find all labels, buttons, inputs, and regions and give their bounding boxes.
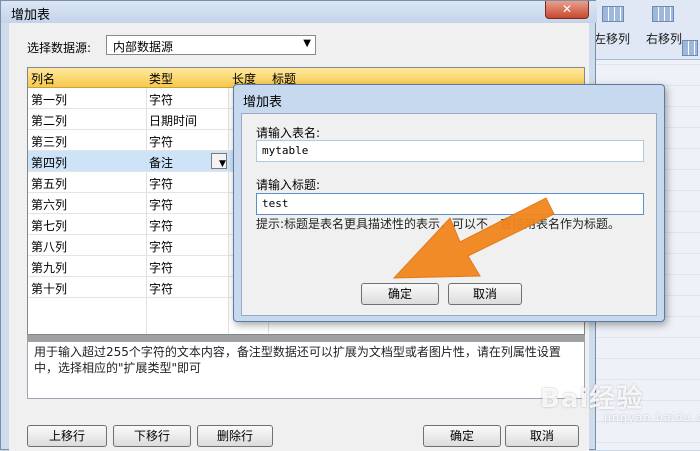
prompt-title: 增加表 — [243, 95, 283, 110]
row-type[interactable]: 日期时间 — [149, 112, 197, 129]
close-button[interactable]: ✕ — [545, 1, 589, 19]
baidu-watermark: Bai经验 jingyan.baidu.com — [540, 378, 700, 424]
table-name-input[interactable]: mytable — [256, 140, 644, 162]
row-name[interactable]: 第六列 — [31, 196, 67, 213]
row-name[interactable]: 第九列 — [31, 259, 67, 276]
move-down-button[interactable]: 下移行 — [113, 425, 191, 447]
row-type[interactable]: 备注 — [149, 154, 173, 171]
table-name-label: 请输入表名: — [256, 126, 321, 140]
type-dropdown-button[interactable]: ▼ — [211, 153, 227, 169]
row-name[interactable]: 第七列 — [31, 217, 67, 234]
ok-button[interactable]: 确定 — [423, 425, 501, 447]
header-col-name[interactable]: 列名 — [31, 70, 55, 87]
move-left-label[interactable]: 左移列 — [594, 30, 630, 47]
row-type[interactable]: 字符 — [149, 280, 173, 297]
row-name[interactable]: 第二列 — [31, 112, 67, 129]
row-name[interactable]: 第十列 — [31, 280, 67, 297]
row-type[interactable]: 字符 — [149, 238, 173, 255]
prompt-ok-button[interactable]: 确定 — [361, 283, 439, 305]
move-right-label[interactable]: 右移列 — [646, 30, 682, 47]
row-type[interactable]: 字符 — [149, 175, 173, 192]
grid-icon[interactable] — [682, 40, 698, 56]
watermark-url: jingyan.baidu.com — [604, 411, 700, 424]
caption-label: 请输入标题: — [256, 178, 321, 192]
datasource-select[interactable]: 内部数据源 ▼ — [106, 35, 316, 55]
row-name[interactable]: 第一列 — [31, 91, 67, 108]
row-name[interactable]: 第三列 — [31, 133, 67, 150]
header-col-type[interactable]: 类型 — [149, 70, 173, 87]
row-type[interactable]: 字符 — [149, 217, 173, 234]
row-name[interactable]: 第四列 — [31, 154, 67, 171]
move-left-icon[interactable] — [602, 6, 624, 22]
chevron-down-icon: ▼ — [303, 38, 311, 49]
row-type[interactable]: 字符 — [149, 133, 173, 150]
move-right-icon[interactable] — [652, 6, 674, 22]
watermark-logo: Bai经验 — [540, 384, 644, 414]
row-type[interactable]: 字符 — [149, 259, 173, 276]
dialog-title: 增加表 — [1, 1, 597, 23]
move-up-button[interactable]: 上移行 — [27, 425, 107, 447]
annotation-arrow-icon — [392, 197, 555, 279]
type-description: 用于输入超过255个字符的文本内容，备注型数据还可以扩展为文档型或者图片性，请在… — [27, 341, 585, 399]
close-icon: ✕ — [561, 2, 573, 16]
datasource-label: 选择数据源: — [27, 41, 92, 55]
row-name[interactable]: 第八列 — [31, 238, 67, 255]
row-type[interactable]: 字符 — [149, 196, 173, 213]
cancel-button[interactable]: 取消 — [505, 425, 579, 447]
delete-row-button[interactable]: 删除行 — [197, 425, 273, 447]
row-type[interactable]: 字符 — [149, 91, 173, 108]
datasource-value: 内部数据源 — [113, 40, 174, 54]
prompt-cancel-button[interactable]: 取消 — [448, 283, 522, 305]
chevron-down-icon: ▼ — [219, 159, 226, 169]
row-name[interactable]: 第五列 — [31, 175, 67, 192]
